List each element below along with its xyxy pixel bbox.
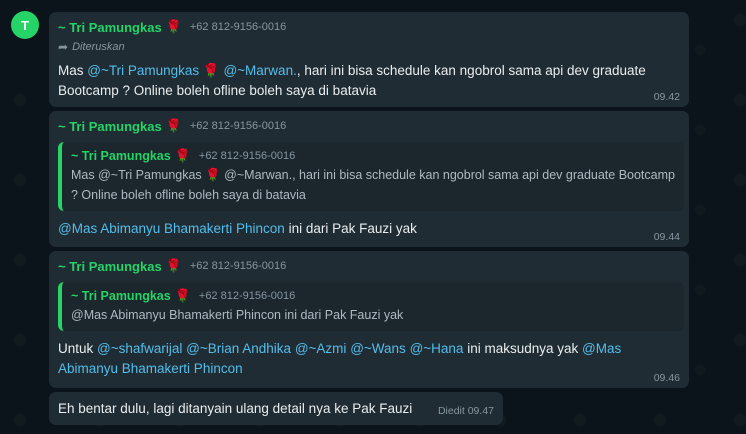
edited-label: Diedit: [437, 405, 465, 417]
sender-name[interactable]: ~ Tri Pamungkas: [58, 259, 162, 274]
text-segment: ini dari Pak Fauzi yak: [284, 221, 417, 236]
sender-header: ~ Tri Pamungkas 🌹 +62 812-9156-0016: [58, 117, 680, 135]
sender-phone: +62 812-9156-0016: [189, 21, 287, 33]
quote-sender-name: ~ Tri Pamungkas: [71, 289, 171, 303]
message-time: 09.46: [653, 372, 680, 384]
sender-phone: +62 812-9156-0016: [189, 120, 287, 132]
time-value: 09.47: [467, 405, 494, 417]
quote-text: @Mas Abimanyu Bhamakerti Phincon ini dar…: [71, 308, 404, 322]
sender-name[interactable]: ~ Tri Pamungkas: [58, 20, 162, 35]
message-text: Untuk @~shafwarijal @~Brian Andhika @~Az…: [58, 339, 680, 379]
message-bubble[interactable]: ~ Tri Pamungkas 🌹 +62 812-9156-0016 ~ Tr…: [49, 251, 689, 388]
sender-header: ~ Tri Pamungkas 🌹 +62 812-9156-0016: [58, 257, 680, 275]
message-text: @Mas Abimanyu Bhamakerti Phincon ini dar…: [58, 219, 680, 239]
message-text: Mas @~Tri Pamungkas 🌹 @~Marwan., hari in…: [58, 61, 680, 101]
mention-link[interactable]: @~Wans: [350, 341, 406, 356]
message-text: Eh bentar dulu, lagi ditanyain ulang det…: [58, 401, 413, 416]
message-time: 09.44: [653, 231, 680, 243]
message-bubble[interactable]: Eh bentar dulu, lagi ditanyain ulang det…: [49, 392, 503, 425]
sender-header: ~ Tri Pamungkas 🌹 +62 812-9156-0016: [58, 18, 680, 36]
mention-link[interactable]: @~Azmi: [295, 341, 347, 356]
rose-emoji-icon: 🌹: [165, 19, 182, 34]
quote-sender-header: ~ Tri Pamungkas 🌹 +62 812-9156-0016: [71, 147, 676, 165]
text-segment: ini maksudnya yak: [463, 341, 583, 356]
quote-sender-phone: +62 812-9156-0016: [198, 290, 296, 302]
rose-emoji-icon: 🌹: [165, 118, 182, 133]
message-bubble[interactable]: ~ Tri Pamungkas 🌹 +62 812-9156-0016 ➦ Di…: [49, 12, 689, 107]
forward-arrow-icon: ➦: [58, 40, 69, 54]
message-time: 09.42: [653, 91, 680, 103]
mention-link[interactable]: @~Hana: [410, 341, 464, 356]
rose-emoji-icon: 🌹: [165, 258, 182, 273]
mention-link[interactable]: @~Marwan.: [223, 63, 296, 78]
mention-link[interactable]: @Mas Abimanyu Bhamakerti Phincon: [58, 221, 285, 236]
quoted-message[interactable]: ~ Tri Pamungkas 🌹 +62 812-9156-0016 @Mas…: [58, 282, 684, 331]
sender-phone: +62 812-9156-0016: [189, 260, 287, 272]
message-bubble[interactable]: ~ Tri Pamungkas 🌹 +62 812-9156-0016 ~ Tr…: [49, 111, 689, 247]
mention-link[interactable]: @~Brian Andhika: [186, 341, 291, 356]
text-segment: Mas: [58, 63, 88, 78]
forwarded-indicator: ➦ Diteruskan: [58, 39, 680, 55]
quote-text: Mas @~Tri Pamungkas 🌹 @~Marwan., hari in…: [71, 168, 675, 202]
quote-sender-phone: +62 812-9156-0016: [198, 150, 296, 162]
forwarded-label: Diteruskan: [72, 41, 125, 53]
rose-emoji-icon: 🌹: [174, 288, 191, 303]
quote-sender-header: ~ Tri Pamungkas 🌹 +62 812-9156-0016: [71, 287, 676, 305]
avatar-initial: T: [21, 17, 29, 33]
sender-avatar[interactable]: T: [11, 11, 39, 39]
message-time: Diedit 09.47: [438, 405, 494, 417]
text-segment: Untuk: [58, 341, 98, 356]
quote-sender-name: ~ Tri Pamungkas: [71, 149, 171, 163]
mention-link[interactable]: @~shafwarijal: [97, 341, 182, 356]
quoted-message[interactable]: ~ Tri Pamungkas 🌹 +62 812-9156-0016 Mas …: [58, 142, 684, 211]
sender-name[interactable]: ~ Tri Pamungkas: [58, 119, 162, 134]
rose-emoji-icon: 🌹: [174, 148, 191, 163]
mention-link[interactable]: @~Tri Pamungkas 🌹: [87, 63, 219, 78]
